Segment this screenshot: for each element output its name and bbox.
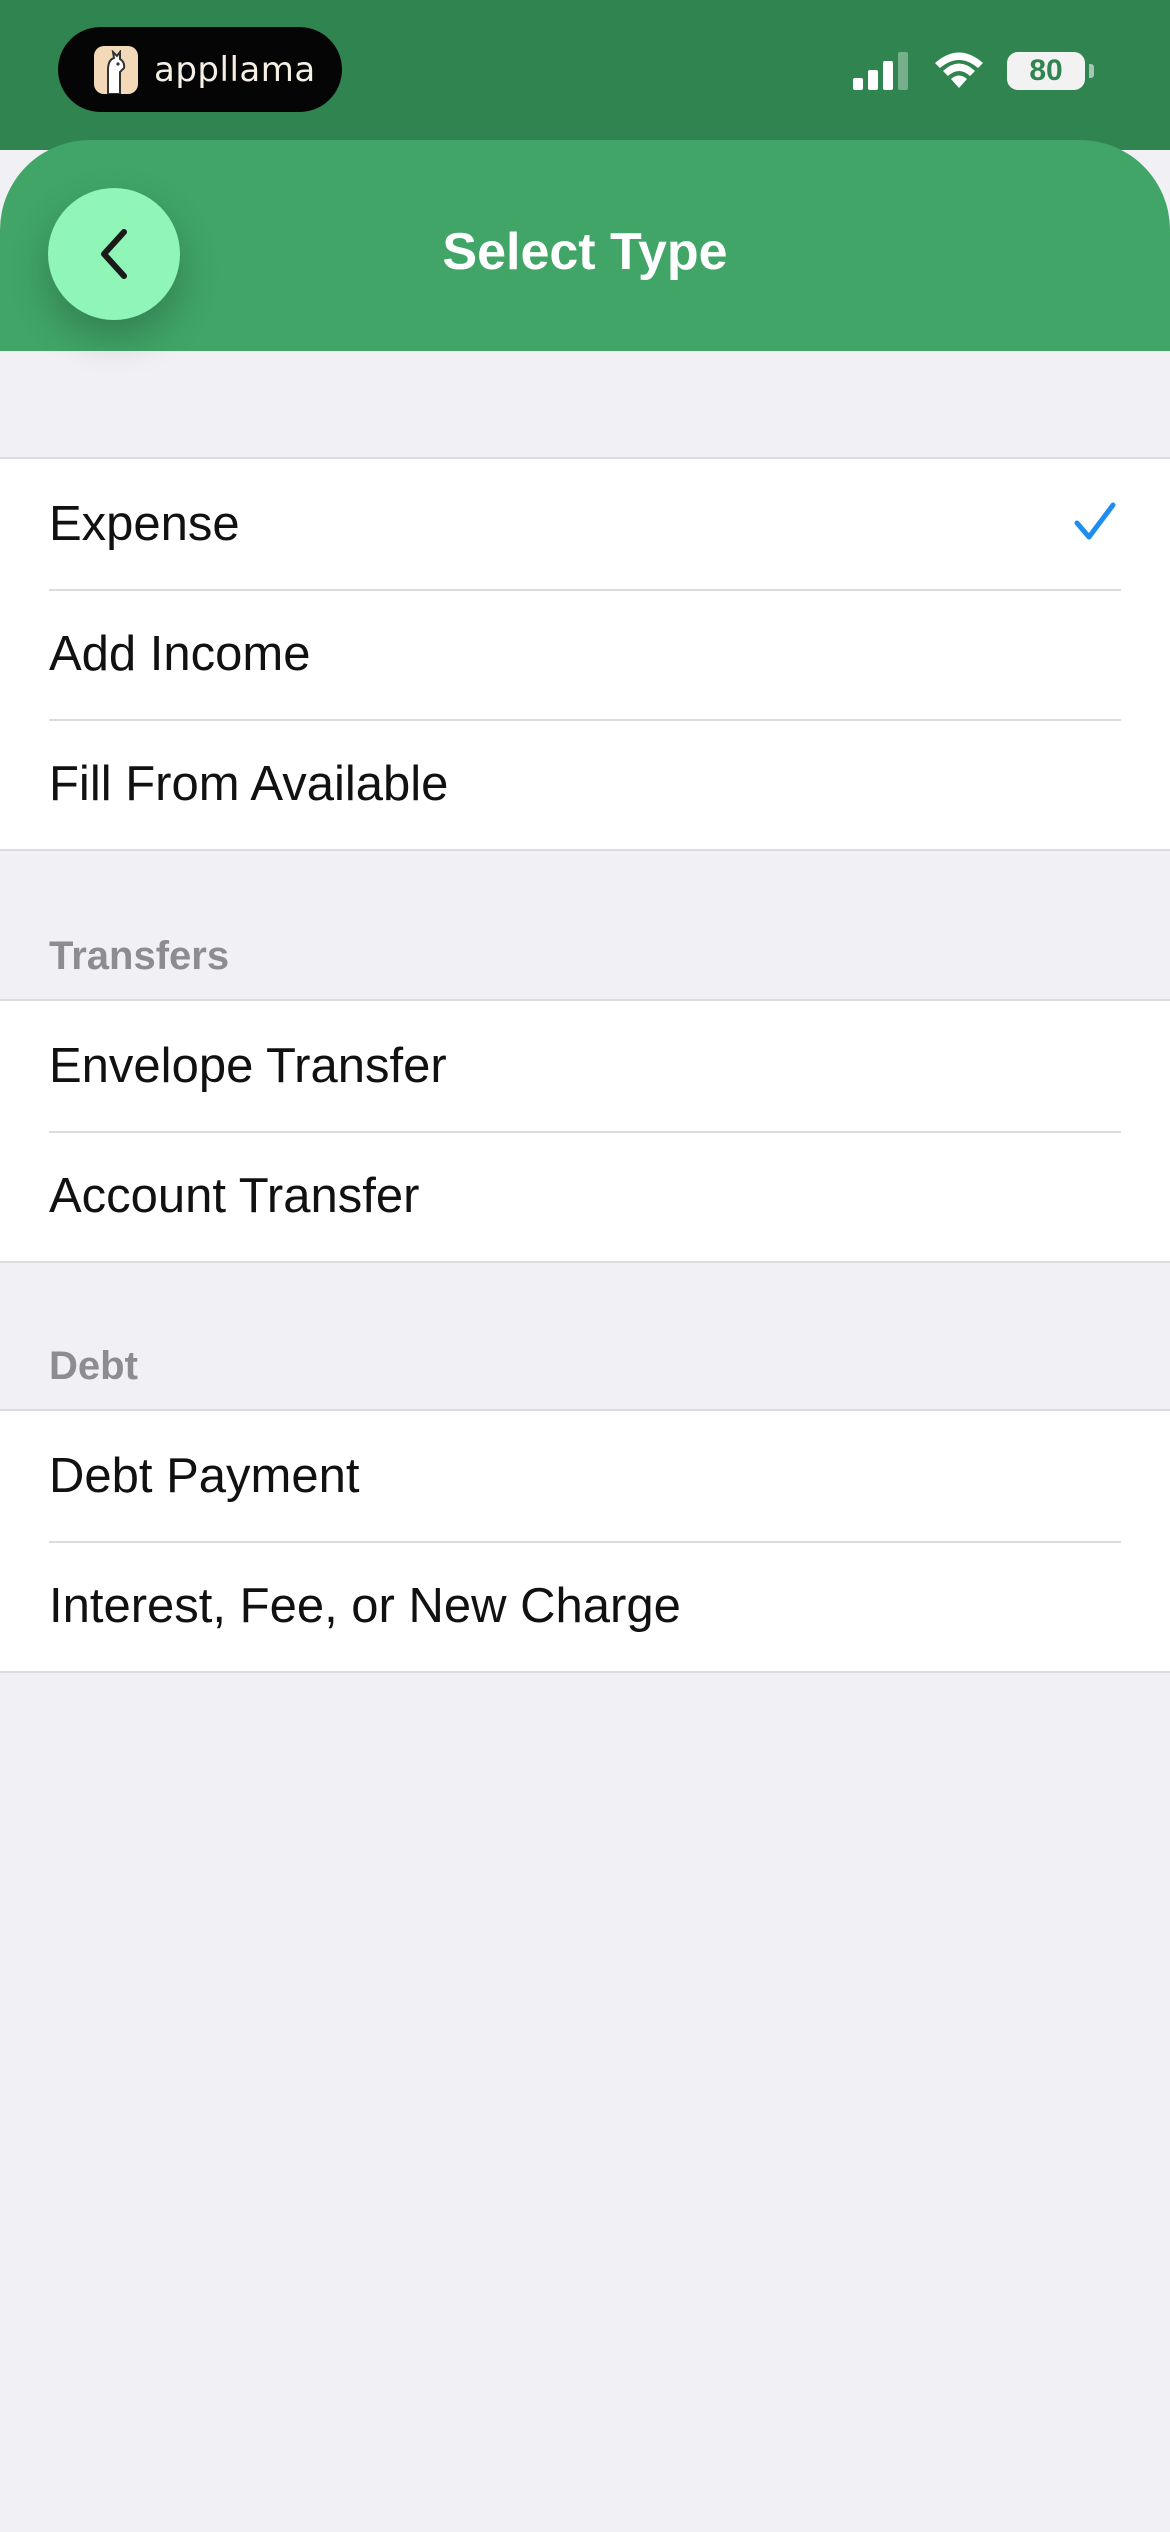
list-item-label: Add Income <box>49 627 311 681</box>
chevron-left-icon <box>101 229 127 279</box>
list-item-debt-payment[interactable]: Debt Payment <box>0 1411 1170 1541</box>
list-item-envelope-transfer[interactable]: Envelope Transfer <box>0 1001 1170 1131</box>
section-header-transfers: Transfers <box>49 934 230 978</box>
list-item-label: Debt Payment <box>49 1449 360 1503</box>
list-item-add-income[interactable]: Add Income <box>0 589 1170 719</box>
dynamic-island: appllama <box>58 27 342 112</box>
list-item-label: Interest, Fee, or New Charge <box>49 1579 681 1633</box>
type-list-main: Expense Add Income Fill From Available <box>0 457 1170 851</box>
checkmark-icon <box>1074 502 1116 540</box>
list-item-label: Fill From Available <box>49 757 449 811</box>
battery-level: 80 <box>1029 54 1063 87</box>
llama-logo-icon <box>94 45 138 94</box>
list-item-label: Expense <box>49 497 240 551</box>
type-list-debt: Debt Payment Interest, Fee, or New Charg… <box>0 1409 1170 1673</box>
app-badge-label: appllama <box>154 49 316 90</box>
list-item-label: Envelope Transfer <box>49 1039 447 1093</box>
list-item-fill-from-available[interactable]: Fill From Available <box>0 719 1170 849</box>
type-list-transfers: Envelope Transfer Account Transfer <box>0 999 1170 1263</box>
battery-icon: 80 <box>1007 52 1085 90</box>
cellular-signal-icon <box>853 52 908 90</box>
status-icons: 80 <box>853 52 1094 90</box>
section-header-debt: Debt <box>49 1344 138 1388</box>
battery-tip <box>1089 64 1094 78</box>
wifi-icon <box>935 52 983 88</box>
status-bar: appllama 80 <box>0 0 1170 150</box>
list-item-expense[interactable]: Expense <box>0 459 1170 589</box>
list-item-account-transfer[interactable]: Account Transfer <box>0 1131 1170 1261</box>
back-button[interactable] <box>48 188 180 320</box>
list-item-label: Account Transfer <box>49 1169 420 1223</box>
list-item-interest-fee-new-charge[interactable]: Interest, Fee, or New Charge <box>0 1541 1170 1671</box>
